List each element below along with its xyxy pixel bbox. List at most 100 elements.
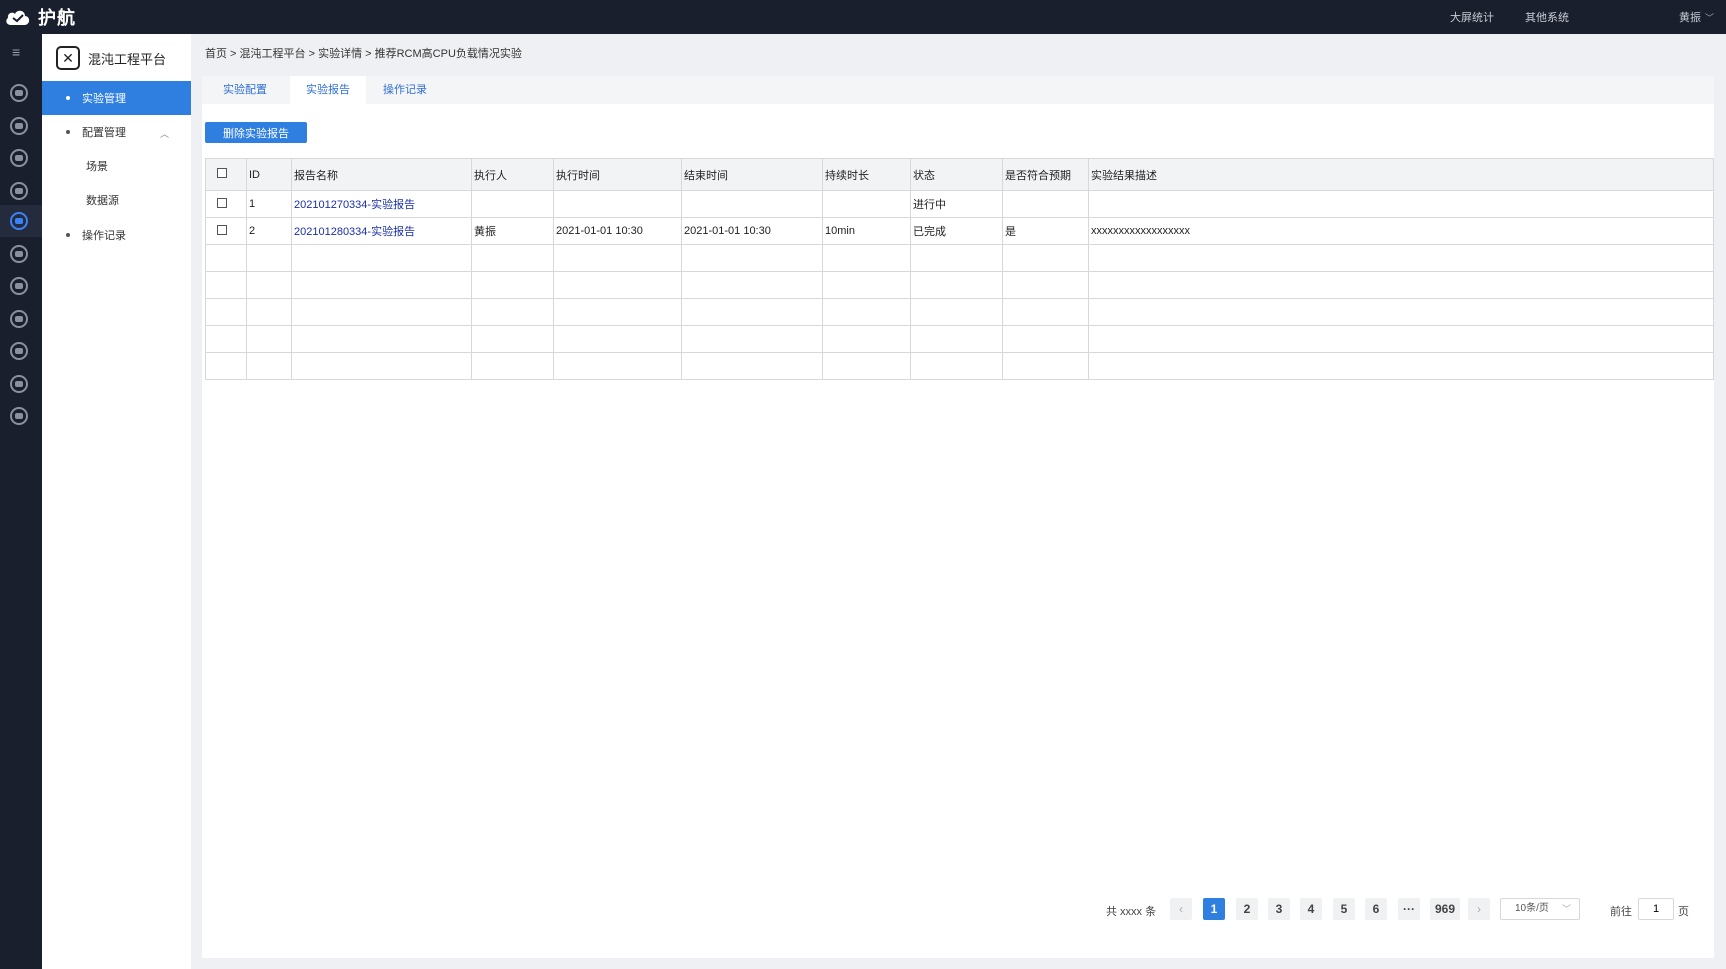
page-button-3[interactable]: 3 [1268,898,1290,920]
nav-icon-11[interactable] [10,407,28,425]
cell-description [1088,190,1714,218]
sidebar-item-operation-log[interactable]: 操作记录 [42,218,191,252]
menu-toggle-icon[interactable]: ≡ [12,45,26,59]
select-all-checkbox[interactable] [217,168,227,178]
nav-icon-chaos[interactable] [10,212,28,230]
tab-experiment-report[interactable]: 实验报告 [290,76,366,104]
table-row: 2 202101280334-实验报告 黄振 2021-01-01 10:30 … [205,217,1714,245]
select-all-cell [205,158,247,191]
platform-name: 混沌工程平台 [88,51,167,67]
empty-row [205,325,1714,353]
chevron-up-icon: ︿ [159,129,169,139]
goto-suffix: 页 [1678,906,1689,918]
nav-icon-9[interactable] [10,342,28,360]
chaos-platform-icon: ✕ [56,46,80,70]
goto-page-input[interactable] [1638,898,1674,920]
nav-icon-3[interactable] [10,149,28,167]
cell-executor: 黄振 [471,217,554,245]
cell-name: 202101270334-实验报告 [291,190,472,218]
page-button-1[interactable]: 1 [1203,898,1225,920]
page-size-value: 10条/页 [1515,903,1549,914]
goto-label: 前往 [1610,906,1632,918]
nav-icon-10[interactable] [10,375,28,393]
sidebar-item-config-management[interactable]: 配置管理 ︿ [42,115,191,149]
nav-icon-8[interactable] [10,310,28,328]
user-menu[interactable]: 黄振 ﹀ [1679,9,1714,25]
cell-expected: 是 [1002,217,1089,245]
empty-row [205,244,1714,272]
column-header-status: 状态 [910,158,1003,191]
cell-duration: 10min [822,217,911,245]
bullet-icon [66,130,70,134]
top-bar: 护航 大屏统计 其他系统 黄振 ﹀ [0,0,1726,34]
row-checkbox[interactable] [217,224,227,235]
sidebar-item-experiment-management[interactable]: 实验管理 [42,81,191,115]
row-checkbox[interactable] [217,197,227,208]
column-header-start: 执行时间 [553,158,682,191]
sidebar: ✕ 混沌工程平台 实验管理 配置管理 ︿ 场景 数据源 操作记录 [42,34,191,969]
cell-expected [1002,190,1089,218]
row-select-cell [205,190,247,218]
column-header-name: 报告名称 [291,158,472,191]
breadcrumb: 首页 > 混沌工程平台 > 实验详情 > 推荐RCM高CPU负载情况实验 [205,48,522,60]
nav-icon-4[interactable] [10,182,28,200]
page-button-2[interactable]: 2 [1236,898,1258,920]
bullet-icon [66,96,70,100]
prev-page-button[interactable]: ‹ [1170,898,1192,920]
page-button-4[interactable]: 4 [1300,898,1322,920]
page-ellipsis-button[interactable]: ··· [1398,898,1420,920]
page-button-last[interactable]: 969 [1430,898,1460,920]
sidebar-item-datasource[interactable]: 数据源 [42,183,191,217]
cell-name: 202101280334-实验报告 [291,217,472,245]
empty-row [205,352,1714,380]
sidebar-item-label: 操作记录 [82,230,126,242]
next-page-button[interactable]: › [1468,898,1490,920]
cell-executor [471,190,554,218]
top-link-dashboard[interactable]: 大屏统计 [1450,9,1494,25]
cloud-check-icon [4,8,32,26]
report-table: ID 报告名称 执行人 执行时间 结束时间 持续时长 状态 是否符合预期 实验结… [205,158,1714,380]
empty-row [205,271,1714,299]
user-name: 黄振 [1678,12,1701,24]
platform-brand: ✕ 混沌工程平台 [56,46,166,70]
chevron-down-icon: ﹀ [1561,904,1571,914]
row-select-cell [205,217,247,245]
icon-rail: ≡ [0,34,42,969]
sidebar-item-label: 实验管理 [82,93,126,105]
table-row: 1 202101270334-实验报告 进行中 [205,190,1714,218]
column-header-end: 结束时间 [681,158,823,191]
delete-report-button[interactable]: 删除实验报告 [205,122,307,143]
sidebar-item-scenario[interactable]: 场景 [42,149,191,183]
page-button-6[interactable]: 6 [1365,898,1387,920]
cell-end [681,190,823,218]
cell-end: 2021-01-01 10:30 [681,217,823,245]
nav-icon-1[interactable] [10,84,28,102]
top-link-other-systems[interactable]: 其他系统 [1525,9,1569,25]
nav-icon-6[interactable] [10,245,28,263]
nav-icon-7[interactable] [10,277,28,295]
cell-duration [822,190,911,218]
bullet-icon [66,233,70,237]
nav-icon-2[interactable] [10,117,28,135]
pagination-total: 共 xxxx 条 [1106,906,1157,918]
cell-start [553,190,682,218]
page-button-5[interactable]: 5 [1333,898,1355,920]
cell-status: 进行中 [910,190,1003,218]
column-header-description: 实验结果描述 [1088,158,1714,191]
column-header-executor: 执行人 [471,158,554,191]
tab-experiment-config[interactable]: 实验配置 [212,76,278,104]
tab-operation-log[interactable]: 操作记录 [372,76,438,104]
logo[interactable]: 护航 [4,4,76,30]
table-header-row: ID 报告名称 执行人 执行时间 结束时间 持续时长 状态 是否符合预期 实验结… [205,158,1714,191]
cell-id: 1 [246,190,292,218]
cell-start: 2021-01-01 10:30 [553,217,682,245]
cell-description: xxxxxxxxxxxxxxxxxx [1088,217,1714,245]
report-link[interactable]: 202101270334-实验报告 [294,199,415,211]
empty-row [205,298,1714,326]
column-header-expected: 是否符合预期 [1002,158,1089,191]
report-link[interactable]: 202101280334-实验报告 [294,226,415,238]
page-size-select[interactable]: 10条/页 ﹀ [1500,898,1580,920]
logo-text: 护航 [38,8,76,28]
column-header-duration: 持续时长 [822,158,911,191]
cell-id: 2 [246,217,292,245]
